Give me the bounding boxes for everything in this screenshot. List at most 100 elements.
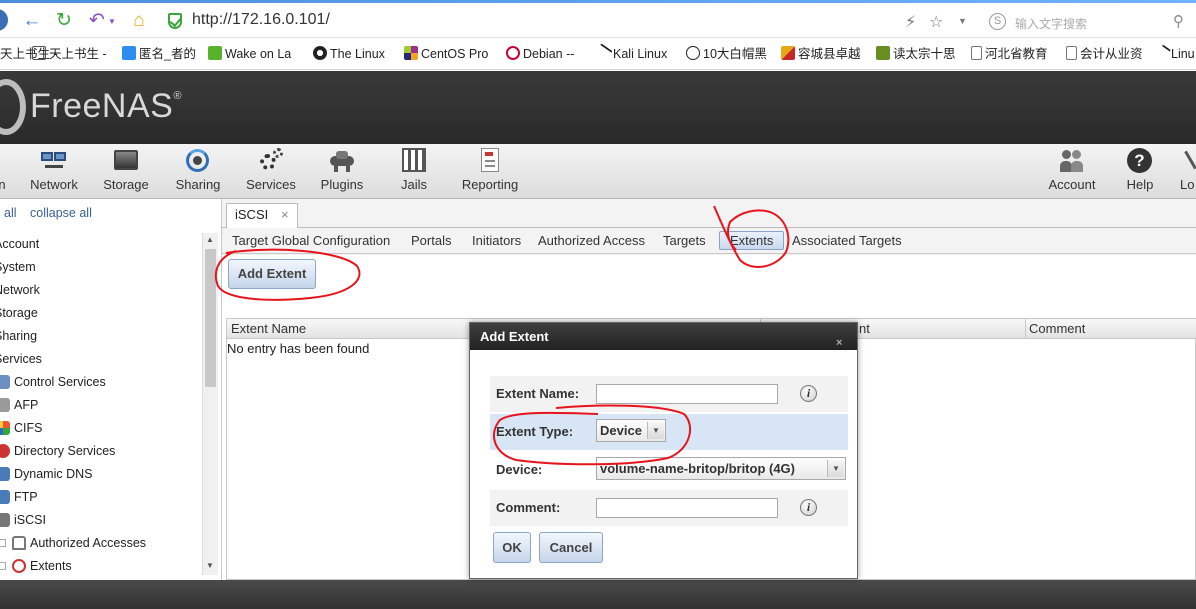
sidebar-item-services[interactable]: Services [0, 350, 42, 370]
sidebar-item-account[interactable]: Account [0, 235, 39, 255]
nav-logout[interactable]: Lo [1180, 148, 1196, 196]
tree-label: FTP [14, 490, 38, 504]
bookmark-4[interactable]: The Linux [313, 46, 385, 64]
search-box[interactable]: S 输入文字搜索 ⚲ [985, 12, 1190, 34]
extents-icon [12, 559, 26, 573]
flag-icon [781, 46, 795, 60]
browser-menu-icon[interactable] [0, 9, 8, 31]
sidebar-item-storage[interactable]: Storage [0, 304, 38, 324]
nav-help[interactable]: ? Help [1116, 148, 1164, 196]
bookmark-13[interactable]: Linu [1154, 44, 1195, 64]
bookmark-3[interactable]: Wake on La [208, 46, 291, 64]
info-icon[interactable]: i [800, 499, 817, 516]
search-engine-icon[interactable]: S [989, 13, 1006, 30]
undo-dropdown-icon[interactable]: ▼ [108, 17, 116, 26]
sidebar-item-iscsi[interactable]: iSCSI [0, 511, 46, 531]
nav-storage[interactable]: Storage [96, 148, 156, 196]
subtab-associated-targets[interactable]: Associated Targets [792, 233, 902, 248]
undo-icon[interactable]: ↶ [87, 11, 107, 31]
search-icon[interactable]: ⚲ [1173, 12, 1184, 30]
chevron-down-icon[interactable]: ▼ [827, 460, 844, 477]
bookmark-8[interactable]: 10大白帽黑 [686, 46, 767, 64]
lightning-icon[interactable]: ⚡ [905, 12, 916, 32]
refresh-icon[interactable]: ↻ [54, 11, 74, 31]
tree-expander-icon[interactable] [0, 539, 6, 547]
tab-iscsi[interactable]: iSCSI × [226, 203, 298, 229]
sidebar-item-afp[interactable]: AFP [0, 396, 38, 416]
sidebar-item-extents[interactable]: Extents [0, 557, 72, 575]
app-root: ← ↻ ↶ ▼ ⌂ http://172.16.0.101/ ⚡ ☆ ▼ S 输… [0, 0, 1196, 609]
expand-all-link[interactable]: all [4, 206, 17, 220]
subtab-extents[interactable]: Extents [719, 231, 785, 250]
chevron-down-icon[interactable]: ▼ [647, 422, 664, 439]
extent-type-select[interactable]: Device ▼ [596, 419, 666, 442]
bookmark-6[interactable]: Debian -- [506, 46, 574, 64]
sidebar-tree: Account System Network Storage Sharing S… [0, 235, 202, 575]
sidebar-item-ftp[interactable]: FTP [0, 488, 38, 508]
sidebar-item-authorized-accesses[interactable]: Authorized Accesses [0, 534, 146, 554]
subtab-initiators[interactable]: Initiators [472, 233, 521, 248]
nav-system[interactable]: n [0, 148, 8, 196]
tree-expander-icon[interactable] [0, 562, 6, 570]
nav-account[interactable]: Account [1040, 148, 1104, 196]
bookmark-7[interactable]: Kali Linux [593, 43, 667, 64]
sidebar-item-network[interactable]: Network [0, 281, 40, 301]
nav-sharing[interactable]: Sharing [168, 148, 228, 196]
tree-label: Account [0, 237, 40, 251]
info-icon[interactable]: i [800, 385, 817, 402]
ok-button[interactable]: OK [493, 532, 531, 563]
add-extent-button[interactable]: Add Extent [228, 259, 316, 289]
bookmark-12[interactable]: 会计从业资 [1066, 46, 1143, 64]
nav-network[interactable]: Network [24, 148, 84, 196]
device-select[interactable]: volume-name-britop/britop (4G) ▼ [596, 457, 846, 480]
scroll-down-icon[interactable]: ▼ [206, 561, 214, 570]
column-comment[interactable]: Comment [1029, 321, 1085, 336]
column-extent-name[interactable]: Extent Name [231, 321, 306, 336]
dropdown-icon[interactable]: ▼ [958, 16, 967, 26]
cancel-button[interactable]: Cancel [539, 532, 603, 563]
column-extent[interactable]: nt [859, 321, 870, 336]
close-icon[interactable]: × [281, 204, 289, 226]
sidebar-scrollbar[interactable]: ▲ ▼ [202, 233, 218, 575]
scroll-up-icon[interactable]: ▲ [206, 235, 214, 244]
comment-input[interactable] [596, 498, 778, 518]
nav-reporting[interactable]: Reporting [455, 148, 525, 196]
scrollbar-thumb[interactable] [205, 249, 216, 387]
bookmark-2[interactable]: 匿名_者的 [122, 46, 196, 64]
close-icon[interactable]: × [836, 330, 842, 357]
sidebar-item-sharing[interactable]: Sharing [0, 327, 37, 347]
star-icon[interactable]: ☆ [929, 12, 943, 32]
tree-label: Network [0, 283, 40, 297]
dialog-title[interactable]: Add Extent × [470, 323, 857, 350]
back-icon[interactable]: ← [22, 11, 42, 31]
sidebar-item-directory-services[interactable]: Directory Services [0, 442, 115, 462]
label-extent-name: Extent Name: [496, 386, 580, 401]
subtab-authorized-access[interactable]: Authorized Access [538, 233, 645, 248]
sidebar-item-cifs[interactable]: CIFS [0, 419, 42, 439]
address-bar[interactable]: http://172.16.0.101/ [160, 9, 980, 33]
bookmark-1[interactable]: 天上书生 - [32, 46, 107, 64]
collapse-all-link[interactable]: collapse all [30, 206, 92, 220]
tree-label: System [0, 260, 36, 274]
nav-services[interactable]: Services [240, 148, 302, 196]
sharing-icon [185, 148, 211, 174]
sidebar-item-system[interactable]: System [0, 258, 36, 278]
nav-jails[interactable]: Jails [384, 148, 444, 196]
sidebar-item-dynamic-dns[interactable]: Dynamic DNS [0, 465, 93, 485]
extent-name-input[interactable] [596, 384, 778, 404]
subtab-portals[interactable]: Portals [411, 233, 451, 248]
sidebar-item-control-services[interactable]: Control Services [0, 373, 106, 393]
bookmark-5[interactable]: CentOS Pro [404, 46, 488, 64]
home-icon[interactable]: ⌂ [129, 11, 149, 31]
url-text[interactable]: http://172.16.0.101/ [192, 11, 330, 29]
bookmark-11[interactable]: 河北省教育 [971, 46, 1048, 64]
bookmark-9[interactable]: 容城县卓越 [781, 46, 861, 64]
subtab-target-global-configuration[interactable]: Target Global Configuration [232, 233, 390, 248]
nav-label: Network [30, 177, 78, 192]
iscsi-subtabs: Target Global Configuration Portals Init… [222, 228, 1196, 254]
subtab-targets[interactable]: Targets [663, 233, 706, 248]
nav-plugins[interactable]: Plugins [312, 148, 372, 196]
freenas-logo[interactable]: FreeNAS® [30, 87, 182, 126]
logo-text: FreeNAS [30, 87, 174, 125]
bookmark-10[interactable]: 读太宗十思 [876, 46, 956, 64]
